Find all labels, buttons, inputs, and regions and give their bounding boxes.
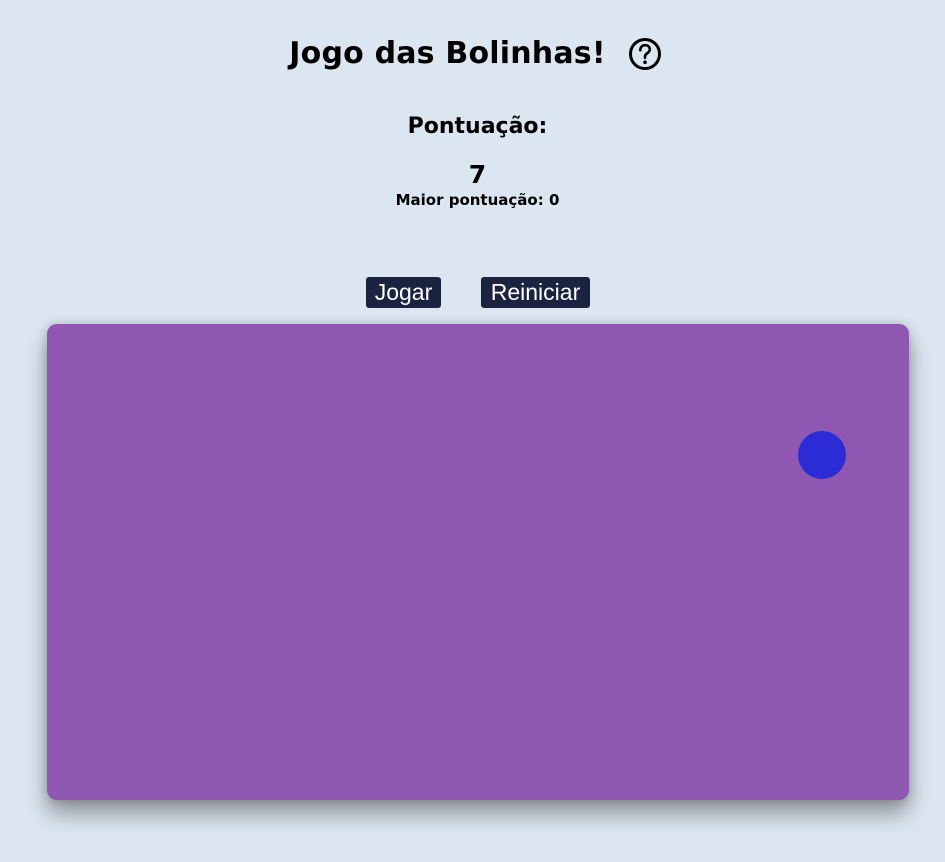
header: Jogo das Bolinhas! bbox=[0, 36, 945, 71]
play-button[interactable]: Jogar bbox=[366, 277, 441, 308]
score-value: 7 bbox=[468, 160, 487, 189]
game-area[interactable] bbox=[47, 324, 909, 800]
best-score: Maior pontuação: 0 bbox=[395, 191, 560, 209]
reset-button[interactable]: Reiniciar bbox=[481, 277, 590, 308]
ball[interactable] bbox=[798, 431, 846, 479]
question-circle-icon[interactable] bbox=[628, 37, 662, 71]
title-row: Jogo das Bolinhas! bbox=[289, 36, 661, 71]
score-label: Pontuação: bbox=[407, 114, 548, 139]
game-title: Jogo das Bolinhas! bbox=[289, 36, 606, 71]
